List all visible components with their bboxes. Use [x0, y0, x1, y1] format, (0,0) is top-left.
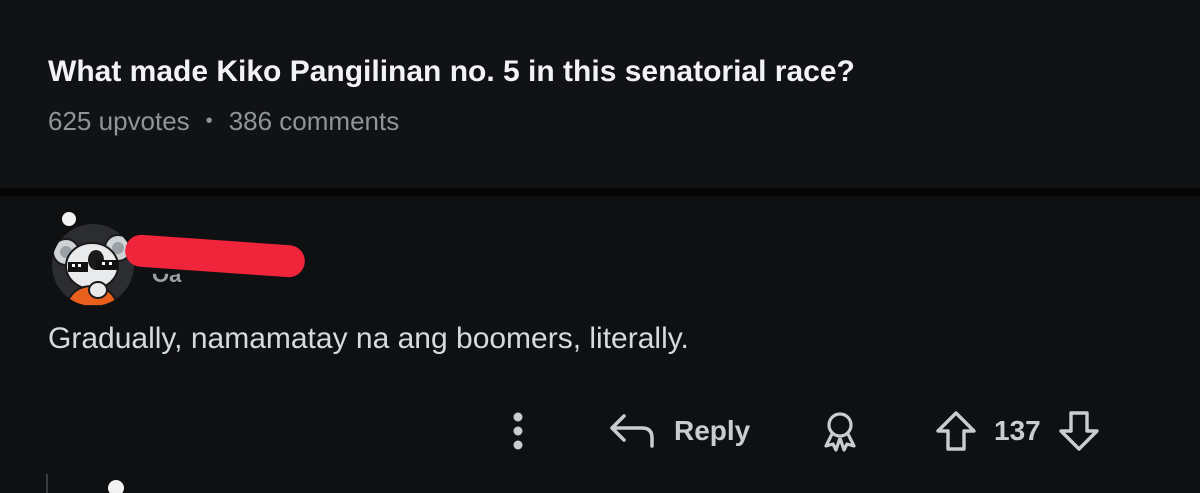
thread-line[interactable] [46, 474, 48, 493]
award-icon [824, 412, 856, 452]
avatar-circle [52, 224, 134, 306]
comment: Oa Gradually, namamatay na ang boomers, … [0, 196, 1200, 493]
post-header: What made Kiko Pangilinan no. 5 in this … [0, 0, 1200, 188]
post-meta: 625 upvotes • 386 comments [48, 106, 399, 137]
vote-group: 137 [934, 406, 1101, 456]
section-divider [0, 188, 1200, 196]
award-button[interactable] [814, 406, 866, 456]
reply-arrow-icon [610, 414, 654, 448]
meta-separator: • [205, 110, 213, 132]
upvote-arrow-icon[interactable] [934, 409, 978, 453]
post-title[interactable]: What made Kiko Pangilinan no. 5 in this … [48, 55, 855, 89]
snoo-koala-avatar-icon [52, 234, 132, 306]
downvote-arrow-icon[interactable] [1057, 409, 1101, 453]
next-comment-avatar-icon [108, 480, 124, 493]
reply-button[interactable]: Reply [608, 406, 750, 456]
more-options-button[interactable] [500, 406, 536, 456]
avatar-antenna-dot [62, 212, 76, 226]
upvote-count-label: 625 upvotes [48, 106, 190, 136]
reddit-post-page: What made Kiko Pangilinan no. 5 in this … [0, 0, 1200, 493]
comment-count-label[interactable]: 386 comments [229, 106, 400, 136]
avatar[interactable] [48, 212, 140, 312]
comment-action-bar: Reply 137 [0, 406, 1200, 456]
more-vertical-icon [513, 412, 523, 450]
vote-count: 137 [994, 415, 1041, 446]
username-redaction-mark [124, 233, 306, 279]
comment-body: Gradually, namamatay na ang boomers, lit… [48, 322, 689, 355]
reply-label: Reply [674, 415, 751, 446]
